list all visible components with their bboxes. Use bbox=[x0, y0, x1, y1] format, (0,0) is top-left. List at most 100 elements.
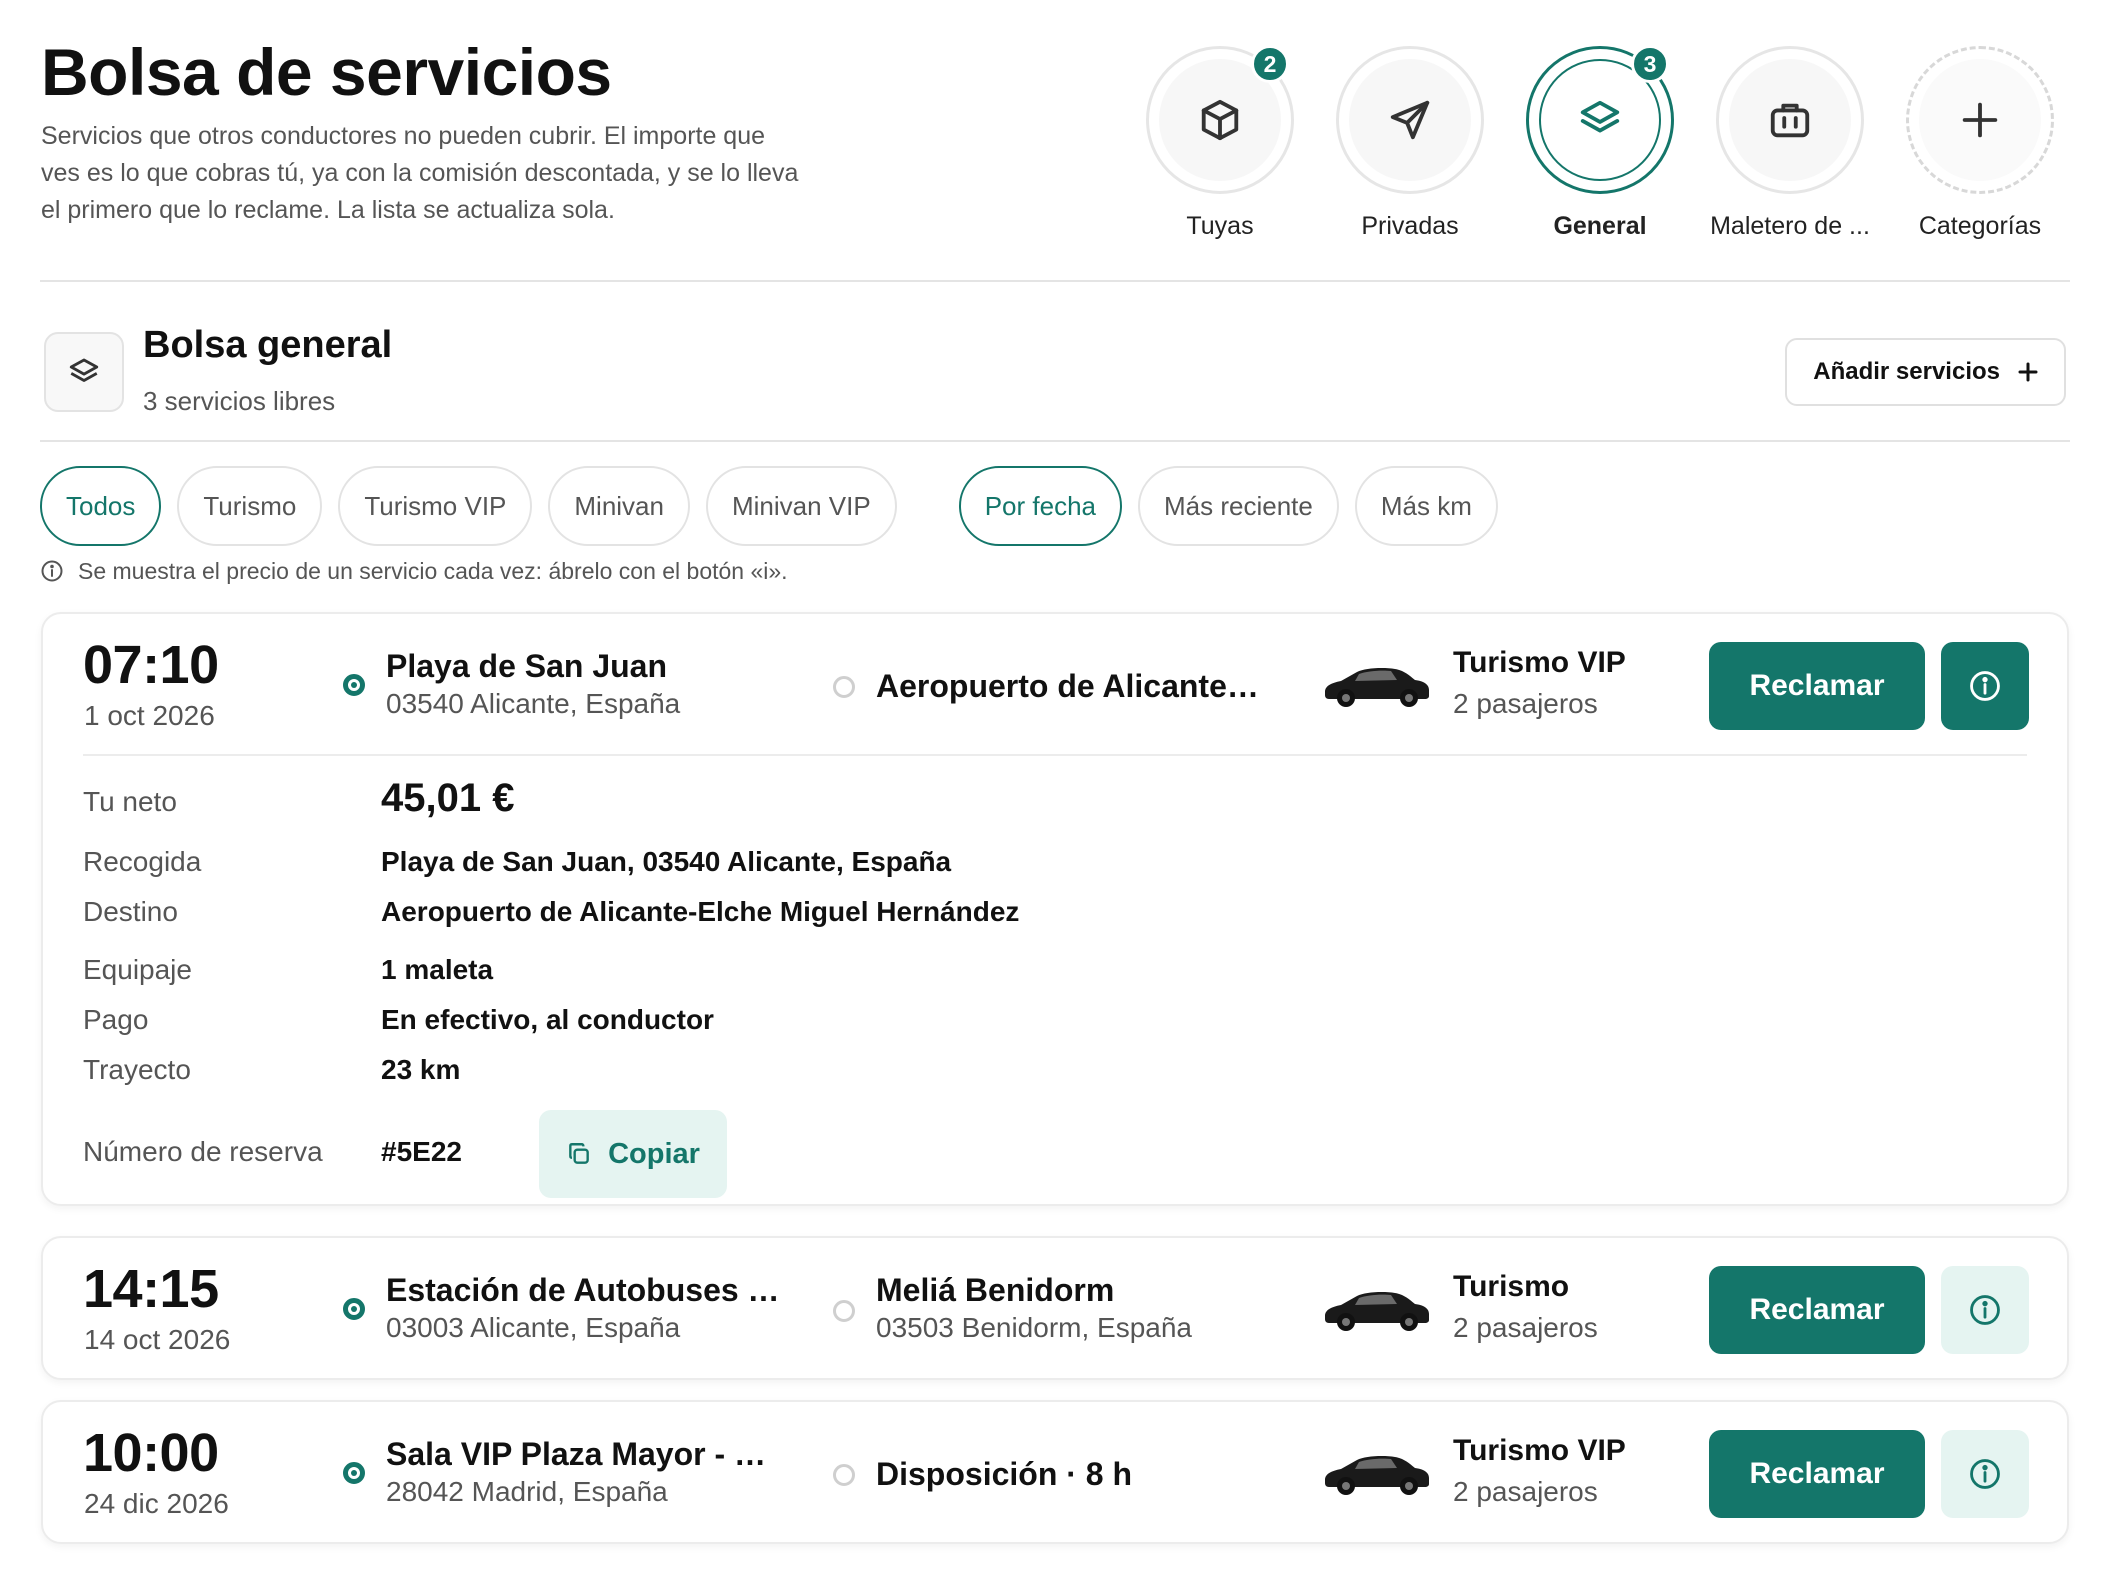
category-label: Tuyas bbox=[1186, 212, 1254, 240]
send-icon bbox=[1390, 100, 1430, 140]
luggage-value: 1 maleta bbox=[381, 954, 494, 985]
service-card: 07:10 1 oct 2026 Playa de San Juan 03540… bbox=[41, 612, 2069, 1206]
page-title: Bolsa de servicios bbox=[41, 35, 612, 109]
info-button[interactable] bbox=[1941, 1430, 2029, 1518]
price-note-text: Se muestra el precio de un servicio cada… bbox=[78, 557, 788, 584]
category-privadas[interactable]: Privadas bbox=[1336, 46, 1484, 241]
pickup-label: Recogida bbox=[83, 846, 202, 877]
net-value: 45,01 € bbox=[381, 776, 515, 820]
filter-bar: Todos Turismo Turismo VIP Minivan Miniva… bbox=[40, 466, 2070, 546]
info-icon bbox=[1970, 671, 2000, 701]
category-circle bbox=[1716, 46, 1864, 194]
service-row: 10:00 24 dic 2026 Sala VIP Plaza Mayor -… bbox=[43, 1402, 2067, 1542]
origin-dot-icon bbox=[343, 1462, 365, 1484]
vehicle-type: Turismo VIP bbox=[1453, 646, 1626, 679]
filter-turismo[interactable]: Turismo bbox=[177, 466, 323, 546]
origin-address: 03540 Alicante, España bbox=[386, 688, 681, 719]
copy-icon bbox=[569, 1143, 589, 1164]
page-description: Servicios que otros conductores no puede… bbox=[41, 122, 799, 224]
origin-address: 03003 Alicante, España bbox=[386, 1312, 681, 1343]
section-title: Bolsa general bbox=[143, 324, 393, 366]
copy-button[interactable]: Copiar bbox=[539, 1110, 727, 1198]
destination-dot-icon bbox=[833, 676, 855, 698]
car-icon bbox=[1321, 1284, 1431, 1334]
service-date: 24 dic 2026 bbox=[84, 1488, 229, 1519]
destination-address: 03503 Benidorm, España bbox=[876, 1312, 1192, 1343]
category-circle: 2 bbox=[1146, 45, 1294, 194]
service-card: 10:00 24 dic 2026 Sala VIP Plaza Mayor -… bbox=[41, 1400, 2069, 1544]
plus-icon bbox=[1962, 102, 1998, 138]
sort-por-fecha[interactable]: Por fecha bbox=[958, 466, 1123, 546]
filter-minivan[interactable]: Minivan bbox=[548, 466, 690, 546]
destination-dot-icon bbox=[833, 1464, 855, 1486]
info-icon bbox=[41, 560, 63, 582]
luggage-label: Equipaje bbox=[83, 954, 192, 985]
category-general[interactable]: 3 General bbox=[1526, 45, 1674, 241]
info-icon bbox=[1970, 1295, 2000, 1325]
destination-dot-icon bbox=[833, 1300, 855, 1322]
route-value: 23 km bbox=[381, 1054, 461, 1085]
add-services-button[interactable]: Añadir servicios bbox=[1785, 338, 2066, 406]
destination-label: Destino bbox=[83, 896, 178, 927]
info-button[interactable] bbox=[1941, 642, 2029, 730]
net-label: Tu neto bbox=[83, 786, 177, 817]
category-selector: 2 Tuyas Privadas 3 General Maletero de .… bbox=[1146, 45, 2054, 241]
sort-mas-reciente[interactable]: Más reciente bbox=[1138, 466, 1339, 546]
section-icon-box bbox=[44, 332, 124, 412]
destination-name: Aeropuerto de Alicante… bbox=[876, 668, 1259, 704]
destination-name: Disposición · 8 h bbox=[876, 1456, 1133, 1492]
payment-value: En efectivo, al conductor bbox=[381, 1004, 714, 1035]
filter-divider bbox=[913, 466, 943, 546]
service-row: 07:10 1 oct 2026 Playa de San Juan 03540… bbox=[43, 614, 2067, 754]
plus-icon bbox=[2018, 362, 2038, 382]
service-time: 14:15 bbox=[83, 1259, 219, 1319]
add-services-label: Añadir servicios bbox=[1813, 358, 2000, 385]
price-note: Se muestra el precio de un servicio cada… bbox=[40, 556, 2070, 586]
filter-minivan-vip[interactable]: Minivan VIP bbox=[705, 466, 897, 546]
sort-mas-km[interactable]: Más km bbox=[1354, 466, 1498, 546]
service-date: 14 oct 2026 bbox=[84, 1324, 231, 1355]
section-header: Bolsa general 3 servicios libres Añadir … bbox=[40, 282, 2070, 442]
claim-button[interactable]: Reclamar bbox=[1709, 1430, 1925, 1518]
page: Bolsa de servicios Servicios que otros c… bbox=[40, 0, 2070, 1544]
origin-name: Estación de Autobuses … bbox=[386, 1272, 780, 1308]
filter-turismo-vip[interactable]: Turismo VIP bbox=[338, 466, 533, 546]
service-time: 10:00 bbox=[83, 1423, 219, 1483]
page-header: Bolsa de servicios Servicios que otros c… bbox=[40, 0, 2070, 282]
service-card: 14:15 14 oct 2026 Estación de Autobuses … bbox=[41, 1236, 2069, 1380]
passenger-count: 2 pasajeros bbox=[1453, 688, 1598, 719]
filter-todos[interactable]: Todos bbox=[40, 466, 162, 546]
layers-icon bbox=[69, 358, 99, 382]
vehicle-type: Turismo VIP bbox=[1453, 1434, 1626, 1467]
booking-label: Número de reserva bbox=[83, 1136, 323, 1167]
passenger-count: 2 pasajeros bbox=[1453, 1312, 1598, 1343]
category-circle: 3 bbox=[1526, 45, 1674, 194]
destination-name: Meliá Benidorm bbox=[876, 1272, 1115, 1308]
copy-label: Copiar bbox=[608, 1137, 700, 1170]
count-badge: 3 bbox=[1631, 45, 1669, 83]
category-label: General bbox=[1553, 212, 1647, 240]
pickup-value: Playa de San Juan, 03540 Alicante, Españ… bbox=[381, 846, 952, 877]
claim-button[interactable]: Reclamar bbox=[1709, 1266, 1925, 1354]
booking-number: #5E22 bbox=[381, 1136, 462, 1167]
category-tuyas[interactable]: 2 Tuyas bbox=[1146, 45, 1294, 241]
category-label: Maletero de ... bbox=[1710, 212, 1870, 240]
info-button[interactable] bbox=[1941, 1266, 2029, 1354]
claim-button[interactable]: Reclamar bbox=[1709, 642, 1925, 730]
origin-dot-icon bbox=[343, 674, 365, 696]
category-add[interactable]: Categorías bbox=[1906, 46, 2054, 241]
origin-address: 28042 Madrid, España bbox=[386, 1476, 668, 1507]
category-maletero[interactable]: Maletero de ... bbox=[1710, 46, 1870, 241]
briefcase-icon bbox=[1770, 103, 1810, 138]
info-icon bbox=[1970, 1459, 2000, 1489]
count-badge: 2 bbox=[1251, 45, 1289, 83]
category-label: Privadas bbox=[1361, 212, 1459, 240]
destination-value: Aeropuerto de Alicante-Elche Miguel Hern… bbox=[381, 896, 1020, 927]
layers-icon bbox=[1580, 100, 1620, 133]
box-icon bbox=[1201, 99, 1239, 141]
car-icon bbox=[1321, 1448, 1431, 1498]
payment-label: Pago bbox=[83, 1004, 149, 1035]
passenger-count: 2 pasajeros bbox=[1453, 1476, 1598, 1507]
origin-name: Playa de San Juan bbox=[386, 648, 668, 684]
service-date: 1 oct 2026 bbox=[84, 700, 215, 731]
